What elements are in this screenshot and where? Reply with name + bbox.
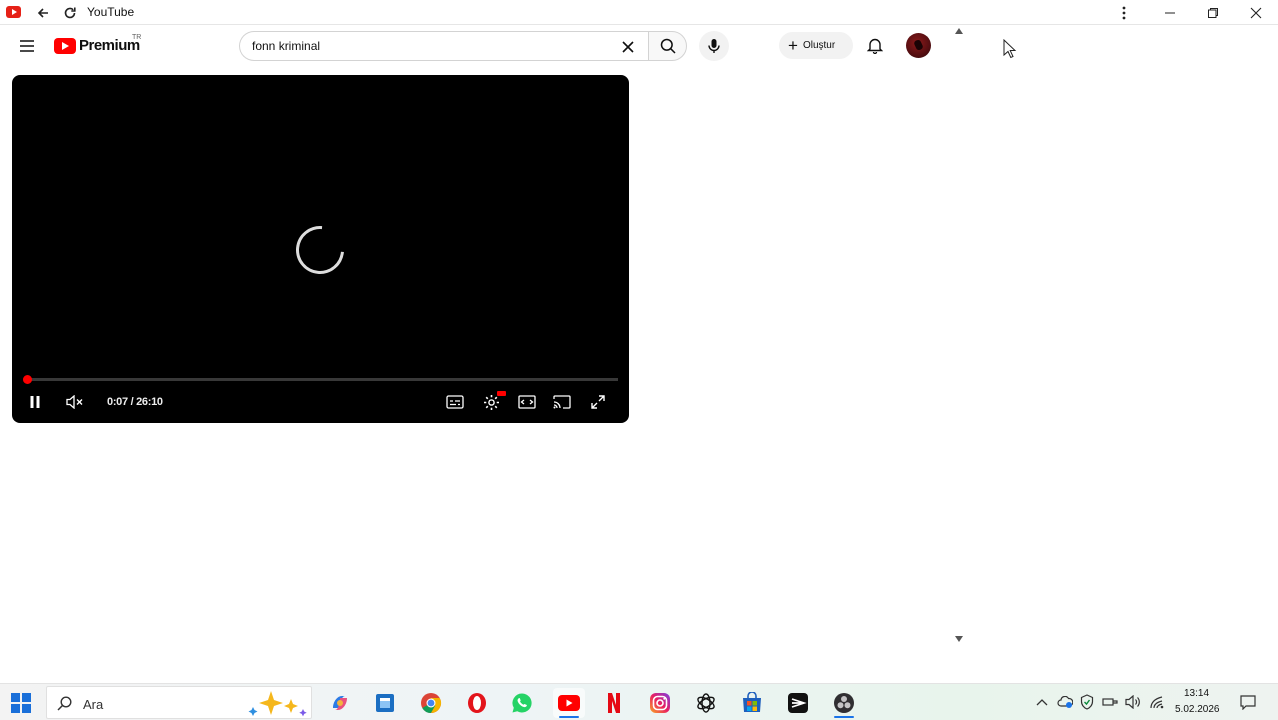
capcut-icon[interactable] [783,688,813,718]
search-icon [660,38,676,54]
mute-button[interactable] [62,391,88,413]
search-input[interactable] [252,39,612,53]
progress-bar[interactable] [22,375,618,384]
create-button[interactable]: + Oluştur [779,32,853,59]
youtube-masthead: Premium TR + Oluştur [0,26,968,66]
window-title: YouTube [87,5,135,19]
youtube-logo-icon [54,37,76,54]
miniplayer-button[interactable] [514,391,540,413]
subtitles-button[interactable] [442,391,468,413]
obs-icon[interactable] [829,688,859,718]
opera-icon[interactable] [462,688,492,718]
clock-time[interactable]: 13:14 [1184,688,1209,699]
store-icon[interactable] [737,688,767,718]
back-icon[interactable] [28,0,58,25]
copilot-icon[interactable] [325,688,355,718]
muted-volume-icon [66,395,83,409]
chrome-icon[interactable] [416,688,446,718]
active-app-indicator [559,716,579,718]
youtube-icon[interactable] [553,688,585,718]
voice-search-button[interactable] [699,31,729,61]
window-titlebar: YouTube [0,0,1278,25]
wifi-icon[interactable] [1149,694,1165,710]
whatsapp-icon[interactable] [507,688,537,718]
create-label: Oluştur [802,40,836,51]
youtube-premium-logo[interactable]: Premium [54,37,140,54]
logo-country-code: TR [132,34,142,41]
scroll-down-arrow-icon[interactable] [955,636,963,642]
cast-button[interactable] [549,391,575,413]
mouse-cursor-icon [1003,39,1017,59]
plus-icon: + [788,36,798,55]
netflix-icon[interactable] [599,688,629,718]
search-button[interactable] [648,31,687,61]
progress-scrubber[interactable] [22,375,32,384]
notification-center-icon[interactable] [1240,694,1256,710]
logo-text: Premium [79,37,140,54]
windows-start-icon[interactable] [10,692,32,714]
pause-icon [30,396,40,408]
volume-icon[interactable] [1125,694,1141,710]
search-icon [57,696,72,711]
fullscreen-button[interactable] [585,391,611,413]
notifications-bell-icon[interactable] [864,34,886,56]
active-app-indicator [834,716,854,718]
onedrive-icon[interactable] [1057,694,1073,710]
chatgpt-icon[interactable] [691,688,721,718]
restore-icon[interactable] [1198,0,1228,25]
youtube-favicon-icon [6,6,21,18]
tray-overflow-chevron-icon[interactable] [1034,694,1050,710]
taskbar: Ara 13:14 5.02.2026 [0,683,1278,720]
defender-shield-icon[interactable] [1079,694,1095,710]
cast-icon [553,395,571,409]
fullscreen-icon [591,395,605,409]
menu-icon[interactable] [16,36,38,56]
hd-badge [497,391,506,396]
avatar[interactable] [906,33,931,58]
clock-date[interactable]: 5.02.2026 [1175,704,1220,715]
usb-device-icon[interactable] [1102,694,1118,710]
reload-icon[interactable] [55,0,85,25]
instagram-icon[interactable] [645,688,675,718]
search-highlight-sparkle-icon [248,691,307,717]
close-window-icon[interactable] [1241,0,1271,25]
microphone-icon [708,39,720,53]
gear-icon [483,394,499,410]
time-display: 0:07 / 26:10 [107,396,163,408]
pause-button[interactable] [22,391,48,413]
miniplayer-icon [518,395,536,409]
minimize-icon[interactable] [1155,0,1185,25]
search-box [239,31,648,61]
subtitles-icon [446,395,464,409]
loading-spinner-icon [286,216,354,284]
scroll-up-arrow-icon[interactable] [955,28,963,34]
taskbar-search-placeholder: Ara [83,697,104,712]
clear-search-icon[interactable] [617,36,639,58]
more-options-icon[interactable] [1109,0,1139,25]
notes-icon[interactable] [370,688,400,718]
video-player[interactable]: 0:07 / 26:10 [12,75,629,423]
